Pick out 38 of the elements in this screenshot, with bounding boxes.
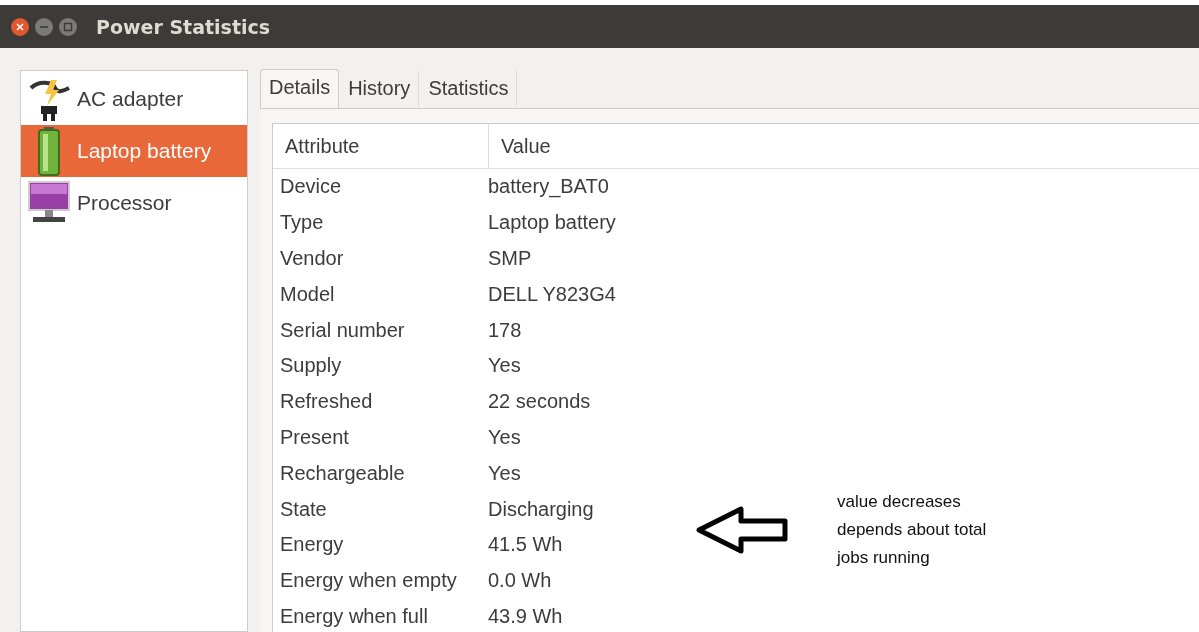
table-cell-text: Present [279,425,350,449]
table-cell-text: Rechargeable [279,461,406,485]
table-cell-text: Energy when empty [279,569,458,593]
table-cell: 22 seconds [488,390,591,414]
table-cell: 178 [488,318,522,342]
table-cell: Discharging [488,497,594,521]
tab[interactable]: Details [260,69,340,108]
table-cell-text: Energy [279,533,345,557]
table-cell: Yes [488,354,521,378]
annotation-text: depends about total [837,519,987,541]
window-title: Power Statistics [96,15,271,38]
table-cell: DELL Y823G4 [488,282,616,306]
table-cell-text: Refreshed [279,390,374,414]
table-cell: Yes [488,425,521,449]
table-cell: battery_BAT0 [488,175,609,199]
maximize-icon[interactable] [58,16,78,37]
table-cell: SMP [488,247,532,270]
annotation-text: jobs running [837,547,931,569]
table-cell-text: Model [279,282,336,306]
table-cell: 41.5 Wh [488,533,563,557]
annotation-text: value decreases [837,491,962,513]
table-cell-text: Device [279,175,343,199]
table-cell: 0.0 Wh [488,569,552,593]
left-arrow-icon [695,505,791,555]
table-cell-text: Serial number [279,318,406,342]
device-item[interactable]: Processor [21,177,247,229]
table-cell-text: Supply [279,354,343,378]
table-cell-text: Energy when full [279,604,429,628]
device-item[interactable]: AC adapter [21,73,247,125]
column-header[interactable]: Value [489,124,551,168]
table-cell: 43.9 Wh [488,604,563,628]
table-cell-text: Vendor [279,247,345,270]
table-cell-text: Type [279,211,325,235]
table-cell: Laptop battery [488,211,616,235]
table-cell: Yes [488,461,521,485]
table-cell-text: State [279,497,328,521]
close-icon[interactable] [10,16,30,37]
column-header[interactable]: Attribute [273,124,489,168]
